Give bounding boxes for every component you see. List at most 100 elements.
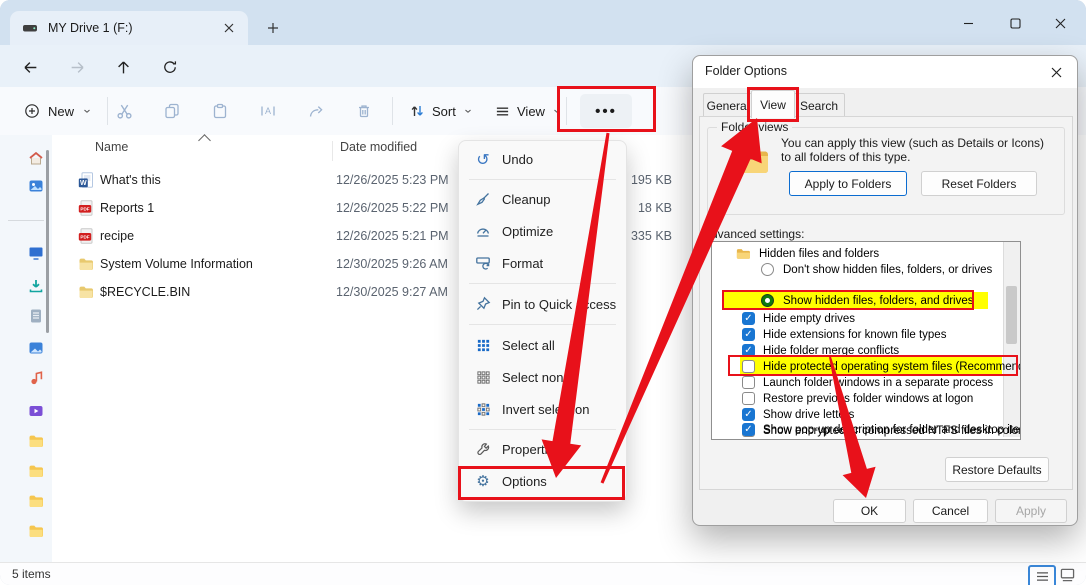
advanced-setting-checkbox[interactable]: Hide extensions for known file types [712,327,1002,343]
advanced-setting-checkbox[interactable]: Restore previous folder windows at logon [712,391,1002,407]
delete-button[interactable] [347,94,381,128]
new-tab-button[interactable] [262,17,284,39]
forward-icon[interactable] [63,53,91,81]
advanced-setting-checkbox[interactable]: Show pop-up description for folder and d… [712,439,1002,440]
menu-item-select-all[interactable]: Select all [463,329,622,361]
file-name: recipe [100,229,134,243]
file-name: Reports 1 [100,201,154,215]
cancel-button[interactable]: Cancel [913,499,988,523]
menu-separator [469,324,616,325]
sidebar-documents-icon[interactable] [28,308,45,324]
menu-item-label: Pin to Quick access [502,297,616,312]
ok-button[interactable]: OK [833,499,906,523]
column-header-name[interactable]: Name [95,140,128,154]
list-scrollbar[interactable] [1003,242,1020,437]
file-date: 12/26/2025 5:22 PM [336,201,449,215]
details-view-button[interactable] [1028,565,1056,585]
file-name: $RECYCLE.BIN [100,285,190,299]
annotation-box-more-button [557,86,656,132]
advanced-settings-list[interactable]: Hidden files and folders Don't show hidd… [711,241,1021,440]
cut-button[interactable] [107,94,141,128]
file-date: 12/26/2025 5:21 PM [336,229,449,243]
dialog-close-icon[interactable] [1045,62,1067,82]
button-label: Apply [1016,504,1046,518]
new-button-label: New [48,104,74,119]
new-button[interactable]: New [14,94,102,128]
back-icon[interactable] [16,53,44,81]
pdf-document-icon: PDF [78,200,94,216]
item-count: 5 items [12,567,51,581]
advanced-setting-checkbox[interactable]: Show drive letters [712,407,1002,423]
menu-item-invert-selection[interactable]: Invert selection [463,393,622,425]
checkbox-hide-empty-drives[interactable] [742,312,755,325]
sidebar-gallery-icon[interactable] [28,178,45,194]
view-button-label: View [517,104,545,119]
apply-to-folders-button[interactable]: Apply to Folders [789,171,907,196]
large-icons-view-icon [1060,568,1075,582]
annotation-box-show-hidden [722,290,974,310]
scissors-icon [116,103,133,120]
sidebar-separator [8,220,44,221]
advanced-setting-radio[interactable]: Don't show hidden files, folders, or dri… [712,262,1002,278]
folder-views-icon [727,141,771,175]
navigation-sidebar [0,135,53,562]
menu-item-pin-to-quick-access[interactable]: Pin to Quick access [463,288,622,320]
sidebar-videos-icon[interactable] [28,403,45,419]
menu-item-format[interactable]: Format [463,247,622,279]
explorer-tab[interactable]: MY Drive 1 (F:) [10,11,248,45]
paste-button[interactable] [203,94,237,128]
reset-folders-button[interactable]: Reset Folders [921,171,1037,196]
restore-defaults-button[interactable]: Restore Defaults [945,457,1049,482]
maximize-button[interactable] [1000,12,1030,34]
svg-text:PDF: PDF [80,235,89,240]
checkbox-show-popup-description[interactable] [742,423,755,436]
drive-icon [22,20,38,36]
menu-item-optimize[interactable]: Optimize [463,215,622,247]
sidebar-folder-icon[interactable] [28,463,45,479]
sidebar-folder-icon[interactable] [28,433,45,449]
apply-button[interactable]: Apply [995,499,1067,523]
sidebar-scrollbar[interactable] [46,150,49,333]
sidebar-folder-icon[interactable] [28,523,45,539]
select-all-icon [475,337,491,353]
copy-button[interactable] [155,94,189,128]
checkbox-launch-separate-process[interactable] [742,376,755,389]
large-icons-view-button[interactable] [1058,566,1076,583]
tab-close-icon[interactable] [220,19,238,37]
share-icon [308,103,324,119]
folder-views-label: Folder views [717,120,792,134]
sidebar-desktop-icon[interactable] [28,245,45,261]
more-options-context-menu: ↺ Undo Cleanup Optimize Format Pin to Qu… [458,140,627,502]
advanced-setting-checkbox[interactable]: Hide empty drives [712,311,1002,327]
sidebar-pictures-icon[interactable] [28,340,45,356]
menu-item-undo[interactable]: ↺ Undo [463,143,622,175]
column-header-date-modified[interactable]: Date modified [340,140,417,154]
menu-item-select-none[interactable]: Select none [463,361,622,393]
refresh-icon[interactable] [156,53,184,81]
rename-button[interactable]: A [251,94,285,128]
checkbox-hide-extensions[interactable] [742,328,755,341]
button-label: OK [861,504,878,518]
radio-dont-show-hidden[interactable] [761,263,774,276]
sidebar-folder-icon[interactable] [28,493,45,509]
advanced-setting-checkbox[interactable]: Launch folder windows in a separate proc… [712,375,1002,391]
up-icon[interactable] [109,53,137,81]
sort-ascending-icon [198,134,211,147]
sidebar-home-icon[interactable] [28,151,45,167]
sidebar-music-icon[interactable] [28,370,45,386]
minimize-button[interactable] [953,12,983,34]
checkbox-show-drive-letters[interactable] [742,408,755,421]
invert-selection-icon [475,401,491,417]
folder-icon [78,256,94,272]
menu-item-properties[interactable]: Properties [463,433,622,465]
menu-separator [469,283,616,284]
scrollbar-thumb[interactable] [1006,286,1017,344]
column-divider[interactable] [332,141,333,161]
menu-item-cleanup[interactable]: Cleanup [463,183,622,215]
sidebar-downloads-icon[interactable] [28,278,45,294]
checkbox-restore-previous-folders[interactable] [742,392,755,405]
sort-button[interactable]: Sort [400,94,482,128]
share-button[interactable] [299,94,333,128]
close-button[interactable] [1045,12,1075,34]
format-drive-icon [475,255,491,271]
